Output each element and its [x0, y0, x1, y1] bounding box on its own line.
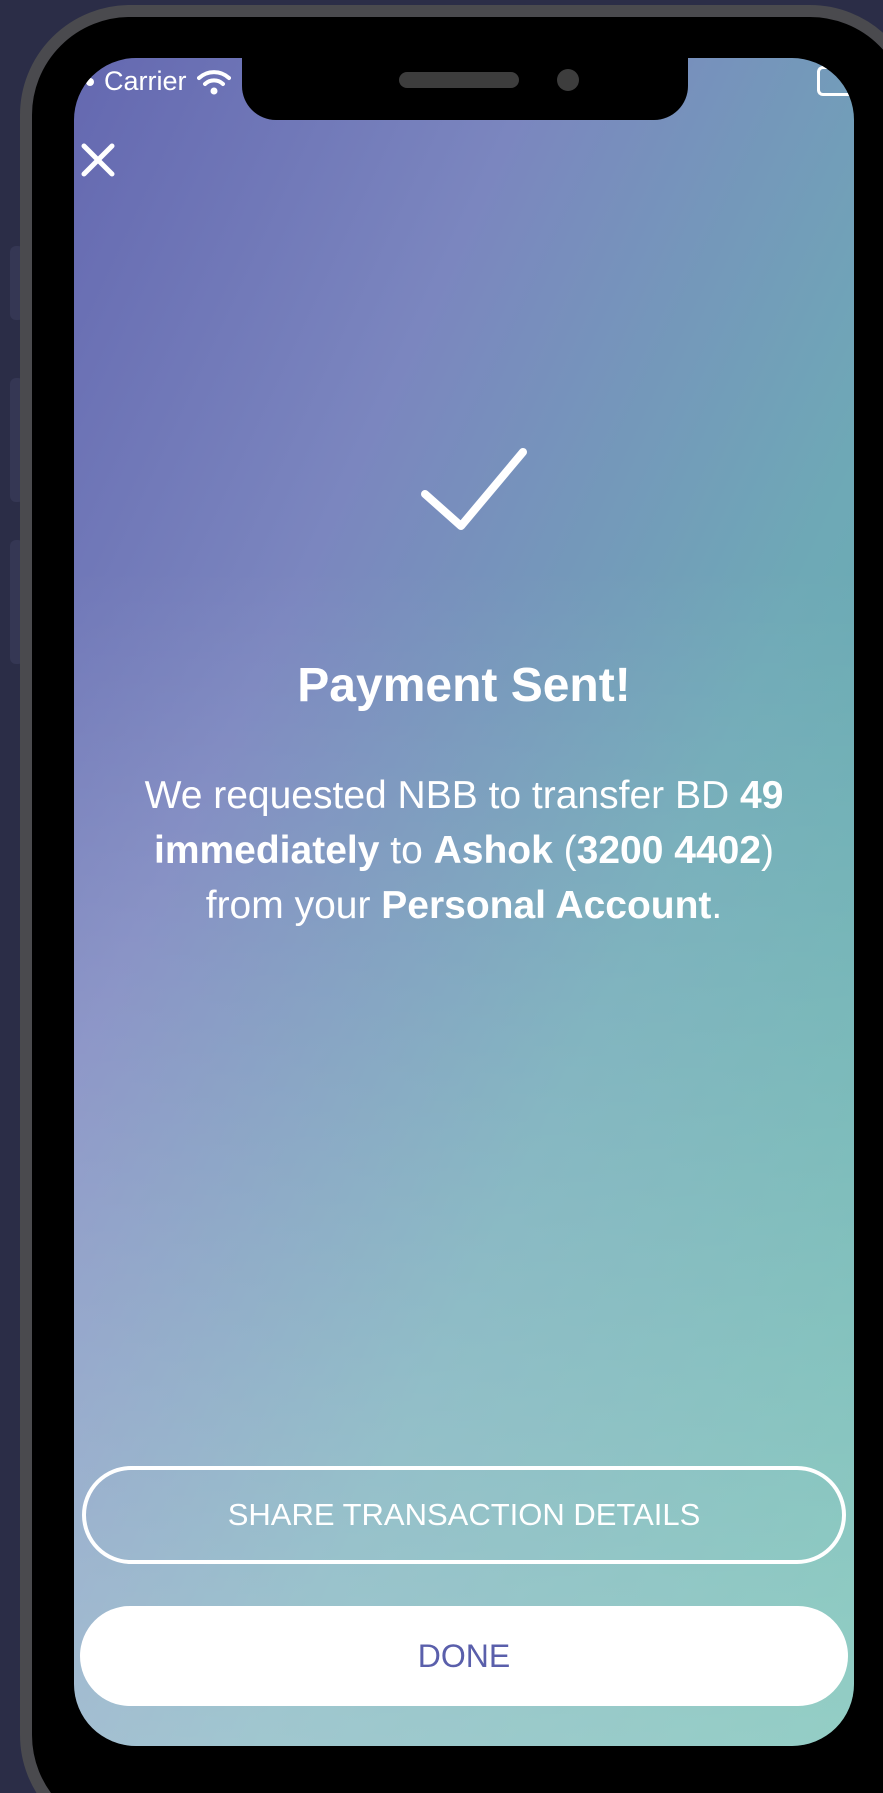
- checkmark-icon: [421, 448, 527, 530]
- message-text: from your: [205, 884, 382, 927]
- battery-icon: [817, 66, 854, 96]
- message-text: .: [711, 884, 723, 927]
- recipient-name: Ashok: [433, 829, 553, 872]
- front-camera: [557, 69, 579, 91]
- message-text: to: [379, 829, 434, 872]
- app-screen: Carrier Payment Sent! We requested NBB t…: [74, 58, 854, 1746]
- share-button-label: SHARE TRANSACTION DETAILS: [227, 1497, 701, 1532]
- device-notch: [242, 58, 688, 120]
- speaker-grille: [399, 72, 519, 88]
- signal-dot-icon: [86, 77, 94, 86]
- source-account: Personal Account: [381, 884, 712, 927]
- message-text: ): [761, 829, 775, 872]
- recipient-number: 3200 4402: [576, 829, 762, 872]
- confirmation-message: We requested NBB to transfer BD 49 immedi…: [114, 768, 814, 933]
- done-button-label: DONE: [417, 1637, 511, 1674]
- transfer-timing: immediately: [153, 829, 380, 872]
- message-text: (: [552, 829, 577, 872]
- message-text: We requested NBB to transfer BD: [144, 774, 740, 817]
- status-bar-carrier: Carrier: [86, 66, 231, 97]
- share-transaction-details-button[interactable]: SHARE TRANSACTION DETAILS: [82, 1466, 846, 1564]
- close-button[interactable]: [78, 140, 118, 180]
- device-stage: Carrier Payment Sent! We requested NBB t…: [0, 0, 883, 1793]
- carrier-label: Carrier: [104, 66, 187, 96]
- close-icon: [81, 143, 115, 177]
- amount-value: 49: [740, 774, 784, 817]
- wifi-icon: [196, 69, 231, 94]
- done-button[interactable]: DONE: [80, 1606, 848, 1706]
- page-title: Payment Sent!: [297, 659, 631, 712]
